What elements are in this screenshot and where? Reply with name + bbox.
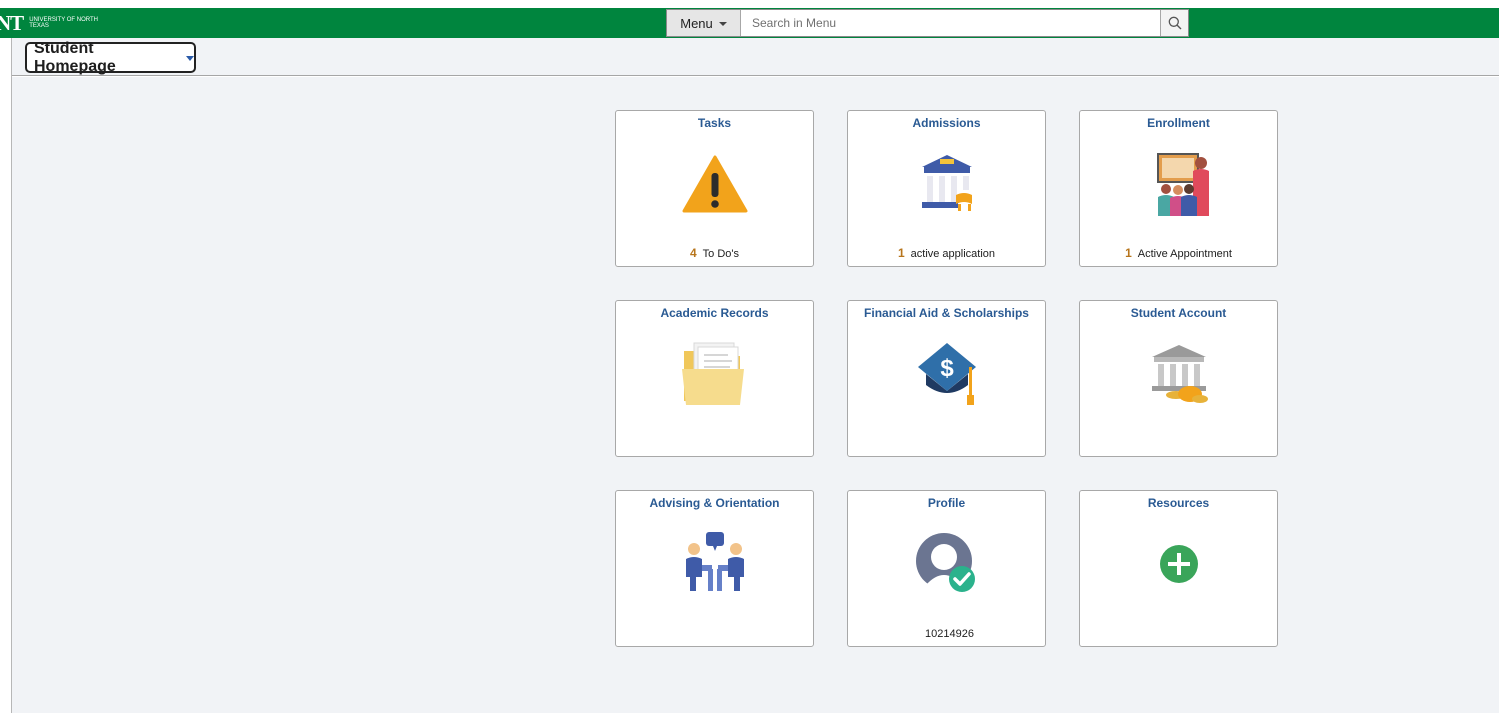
tile-title: Profile [927,496,966,510]
menu-search-group: Menu [666,9,1189,37]
homepage-selector-label: Student Homepage [34,39,116,75]
tile-tasks[interactable]: Tasks 4 To Do's [615,110,814,267]
application-count: 1 [897,246,905,260]
tile-student-account[interactable]: Student Account [1079,300,1278,457]
student-id: 10214926 [925,628,974,640]
tile-footer-text: To Do's [702,248,740,260]
tile-title: Admissions [912,116,981,130]
tile-footer-text: active application [910,248,996,260]
chevron-down-icon [186,56,194,61]
unt-logo[interactable]: NT University of North Texas [0,8,99,38]
logo-mark: NT [0,10,24,35]
chevron-down-icon [718,22,727,26]
bank-coins-icon [1152,345,1208,403]
tile-title: Student Account [1130,306,1227,320]
left-divider [11,38,12,713]
classroom-icon [1157,153,1209,216]
university-building-icon [922,155,972,211]
menu-button-label: Menu [680,15,713,31]
svg-text:$: $ [940,355,954,382]
tile-admissions[interactable]: Admissions 1 active application [847,110,1046,267]
sub-header [11,38,1499,76]
graduation-cap-dollar-icon: $ [918,343,976,405]
tile-footer [848,436,1045,450]
menu-button[interactable]: Menu [667,10,741,36]
tile-footer: 1 Active Appointment [1080,246,1277,260]
advising-people-icon [686,532,744,591]
appointment-count: 1 [1125,246,1132,260]
tile-footer [1080,626,1277,640]
profile-check-icon [916,533,975,592]
search-input[interactable] [741,10,1160,36]
folder-documents-icon [682,342,744,405]
search-icon [1168,16,1181,30]
tile-academic-records[interactable]: Academic Records [615,300,814,457]
tile-profile[interactable]: Profile 10214926 [847,490,1046,647]
tile-advising-orientation[interactable]: Advising & Orientation [615,490,814,647]
tile-enrollment[interactable]: Enrollment 1 Active Appointment [1079,110,1278,267]
tile-title: Enrollment [1147,116,1210,130]
top-strip [0,0,1499,8]
homepage-selector[interactable]: Student Homepage [25,39,196,75]
tile-footer: 10214926 [848,626,1045,640]
tile-resources[interactable]: Resources [1079,490,1278,647]
tile-footer [616,626,813,640]
todo-count: 4 [689,246,697,260]
tile-footer: 4 To Do's [616,246,813,260]
tile-footer [616,436,813,450]
tile-title: Advising & Orientation [649,496,780,510]
tile-footer-text: Active Appointment [1137,248,1232,260]
tile-title: Academic Records [660,306,769,320]
tile-footer [1080,436,1277,450]
tile-footer: 1 active application [848,246,1045,260]
tile-title: Financial Aid & Scholarships [864,306,1029,320]
logo-text: University of North Texas [29,17,98,29]
tile-financial-aid[interactable]: Financial Aid & Scholarships $ [847,300,1046,457]
plus-circle-icon [1160,545,1198,583]
tile-title: Resources [1147,496,1210,510]
tile-title: Tasks [697,116,732,130]
search-button[interactable] [1160,10,1188,36]
warning-icon [682,155,748,213]
